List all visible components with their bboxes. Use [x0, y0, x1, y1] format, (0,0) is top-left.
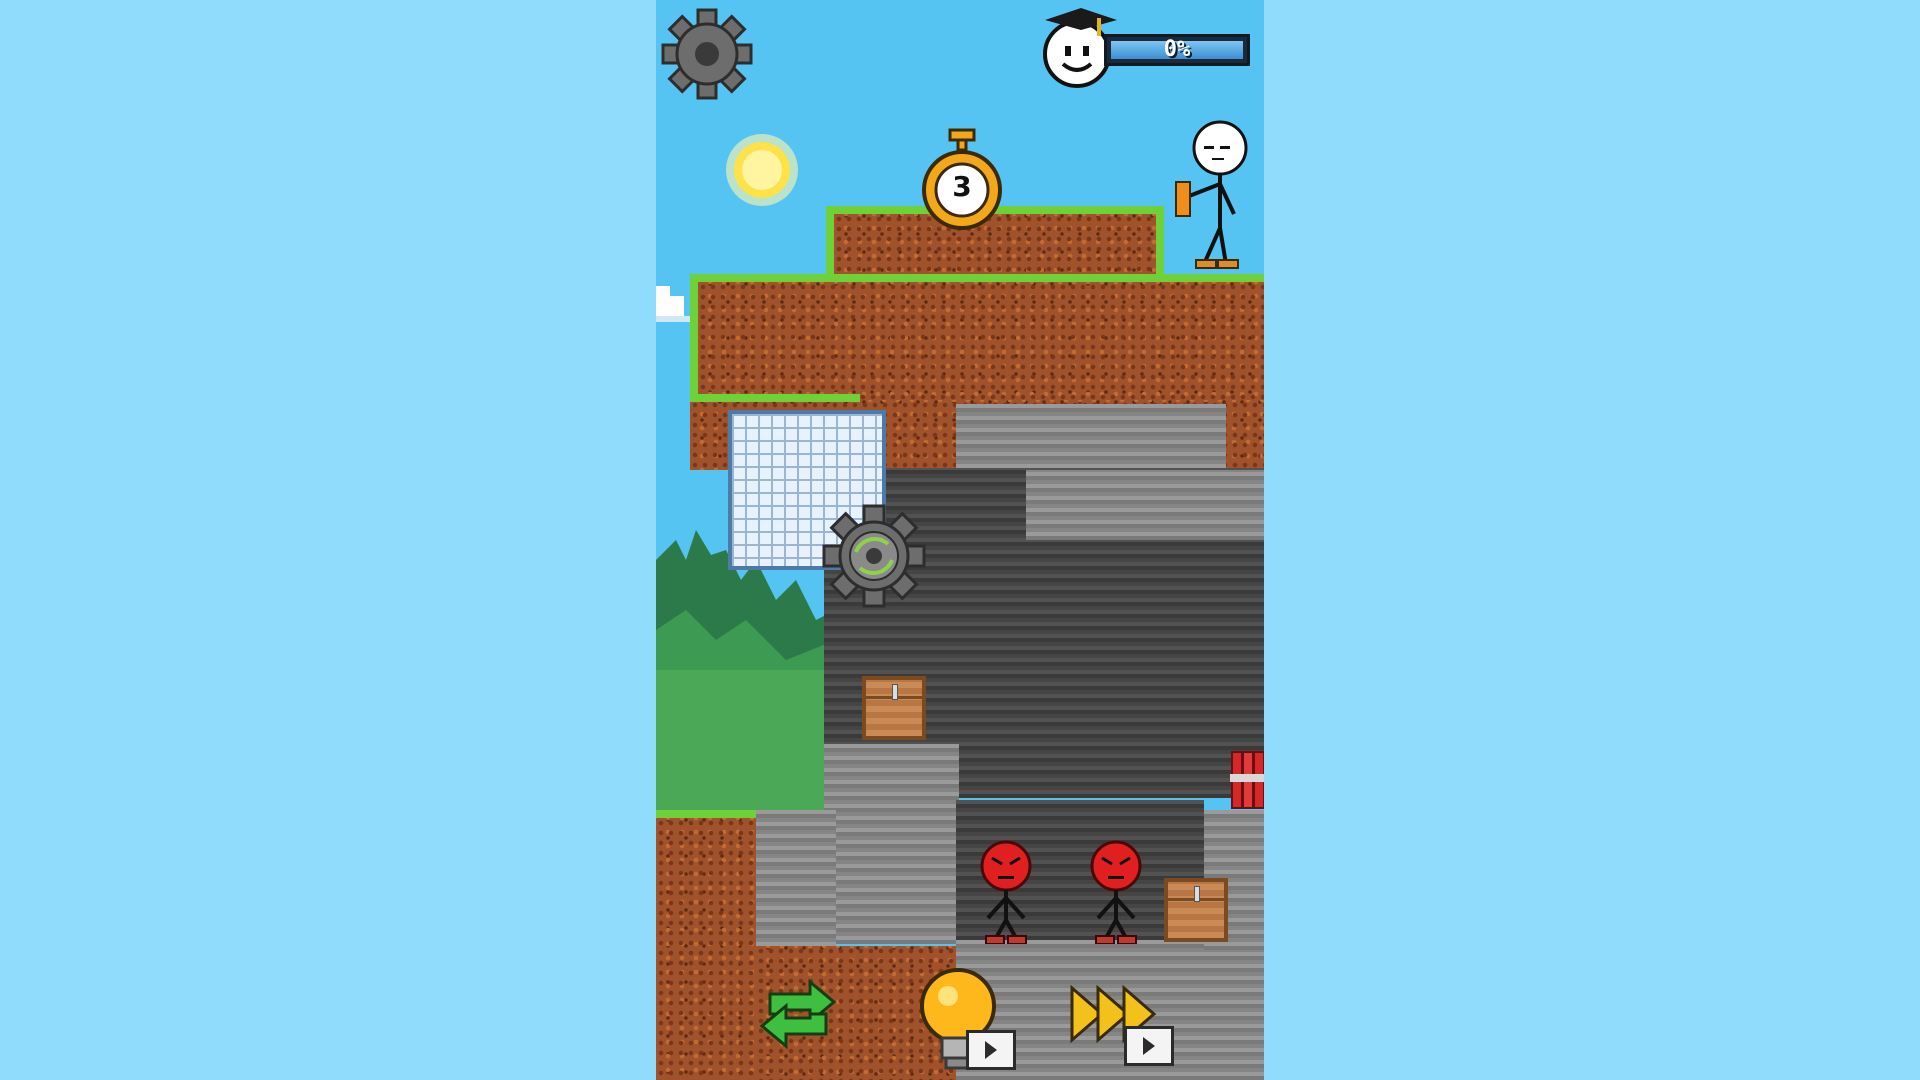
rotating-gear[interactable] [822, 504, 926, 608]
restart-button[interactable] [756, 976, 840, 1052]
video-ad-icon [1124, 1026, 1174, 1066]
stone-column-left [824, 744, 959, 944]
stone-step [756, 810, 836, 950]
dirt-ledge-middle [690, 274, 1264, 402]
dynamite-icon[interactable] [1230, 748, 1264, 812]
grass-edge [690, 394, 860, 402]
progress-bar: 0% [1104, 34, 1250, 66]
hint-button[interactable] [918, 964, 1018, 1074]
stone-block-right [1026, 470, 1264, 540]
sun [726, 134, 798, 206]
progress-label: 0% [1163, 37, 1191, 62]
player-stickman[interactable] [1168, 118, 1254, 270]
restart-arrows-icon [759, 978, 837, 1050]
dirt-lower-left [656, 810, 756, 1080]
settings-button[interactable] [661, 8, 753, 100]
game-viewport[interactable]: 3 0% [656, 0, 1264, 1080]
skip-level-button[interactable] [1068, 980, 1188, 1074]
stopwatch-timer: 3 [918, 128, 1006, 232]
wooden-crate[interactable] [1164, 878, 1228, 942]
angry-red-stickman-enemy[interactable] [1084, 840, 1148, 944]
wooden-crate[interactable] [862, 676, 926, 740]
video-ad-icon [966, 1030, 1016, 1070]
timer-value: 3 [952, 170, 972, 203]
angry-red-stickman-enemy[interactable] [974, 840, 1038, 944]
cloud [656, 286, 692, 322]
